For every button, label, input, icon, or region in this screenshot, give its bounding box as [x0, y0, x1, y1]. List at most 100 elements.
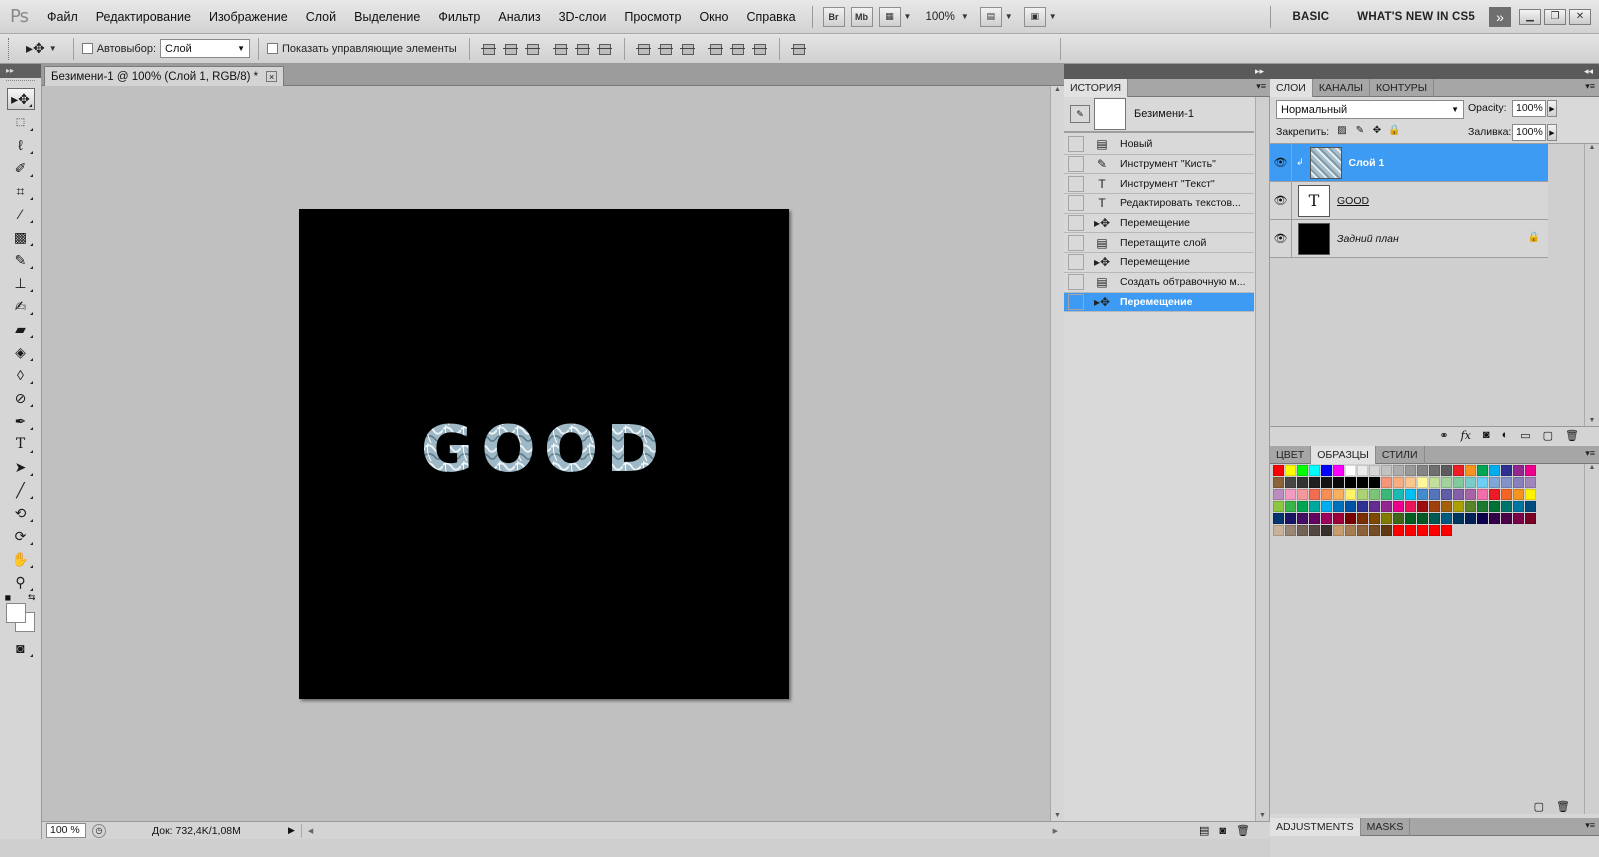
color-swatch[interactable]: [1429, 477, 1440, 488]
opacity-arrow-icon[interactable]: ▶: [1547, 100, 1557, 117]
workspace-more-button[interactable]: »: [1489, 6, 1511, 27]
align-hcenter-icon[interactable]: [574, 41, 592, 57]
color-swatch[interactable]: [1405, 525, 1416, 536]
color-swatch[interactable]: [1513, 477, 1524, 488]
layer-style-icon[interactable]: fx: [1461, 429, 1471, 442]
lasso-tool-icon[interactable]: ℓ: [7, 134, 35, 156]
history-brush-source-box[interactable]: [1068, 136, 1084, 153]
workspace-basic[interactable]: BASIC: [1278, 11, 1343, 23]
color-swatch[interactable]: [1381, 501, 1392, 512]
color-swatch[interactable]: [1285, 501, 1296, 512]
color-swatch[interactable]: [1333, 501, 1344, 512]
color-swatch[interactable]: [1429, 525, 1440, 536]
scroll-up-icon[interactable]: ▲: [1051, 86, 1064, 93]
distribute-hcenter-icon[interactable]: [729, 41, 747, 57]
workspace-whats-new[interactable]: WHAT'S NEW IN CS5: [1343, 11, 1489, 23]
layer-row[interactable]: 👁 T GOOD: [1270, 181, 1548, 220]
color-swatch[interactable]: [1357, 525, 1368, 536]
chevron-down-icon[interactable]: ▼: [1049, 12, 1057, 21]
link-layers-icon[interactable]: ⚭: [1439, 429, 1448, 442]
menu-item[interactable]: Файл: [38, 0, 87, 34]
lock-all-icon[interactable]: 🔒: [1388, 125, 1400, 137]
menu-item[interactable]: Просмотр: [615, 0, 690, 34]
layer-thumbnail[interactable]: [1309, 146, 1342, 179]
color-swatch[interactable]: [1333, 513, 1344, 524]
adjustment-layer-icon[interactable]: ◐: [1502, 429, 1509, 441]
canvas-horizontal-scrollbar[interactable]: ◀ ▶: [300, 823, 1064, 838]
clone-stamp-tool-icon[interactable]: ⊥: [7, 272, 35, 294]
history-panel-header[interactable]: ▸▸: [1064, 64, 1270, 80]
color-swatch[interactable]: [1297, 501, 1308, 512]
distribute-right-icon[interactable]: [751, 41, 769, 57]
color-swatch[interactable]: [1273, 513, 1284, 524]
color-swatch[interactable]: [1273, 489, 1284, 500]
scroll-up-icon[interactable]: ▲: [1585, 464, 1599, 471]
scroll-up-icon[interactable]: ▲: [1585, 144, 1599, 151]
menu-item[interactable]: Анализ: [489, 0, 549, 34]
zoom-level-select[interactable]: 100%: [925, 11, 954, 23]
tab-masks[interactable]: MASKS: [1361, 818, 1411, 836]
color-swatch[interactable]: [1369, 465, 1380, 476]
color-swatch[interactable]: [1501, 489, 1512, 500]
color-swatch[interactable]: [1321, 489, 1332, 500]
menu-item[interactable]: Окно: [690, 0, 737, 34]
color-swatch[interactable]: [1489, 489, 1500, 500]
scroll-down-icon[interactable]: ▼: [1051, 812, 1064, 819]
canvas-area[interactable]: GOOD: [42, 86, 1050, 821]
color-swatch[interactable]: [1525, 477, 1536, 488]
layer-thumbnail[interactable]: [1298, 222, 1330, 255]
tab-swatches[interactable]: ОБРАЗЦЫ: [1311, 446, 1376, 464]
align-left-icon[interactable]: [552, 41, 570, 57]
delete-layer-icon[interactable]: 🗑: [1565, 429, 1579, 442]
distribute-top-icon[interactable]: [635, 41, 653, 57]
color-swatch[interactable]: [1513, 501, 1524, 512]
autoselect-select[interactable]: Слой ▼: [160, 39, 251, 58]
tab-color[interactable]: ЦВЕТ: [1270, 446, 1312, 464]
color-swatch[interactable]: [1489, 513, 1500, 524]
color-swatch[interactable]: [1381, 525, 1392, 536]
color-swatch[interactable]: [1369, 501, 1380, 512]
history-brush-source-box[interactable]: [1068, 195, 1084, 212]
align-bottom-icon[interactable]: [524, 41, 542, 57]
history-snapshot[interactable]: ✎ Безимени-1: [1064, 97, 1254, 133]
color-swatch[interactable]: [1417, 525, 1428, 536]
color-swatch[interactable]: [1309, 489, 1320, 500]
color-swatch[interactable]: [1357, 501, 1368, 512]
history-item[interactable]: ✎ Инструмент "Кисть": [1064, 155, 1254, 175]
tab-layers[interactable]: СЛОИ: [1270, 79, 1313, 97]
status-clock-icon[interactable]: ◷: [92, 823, 106, 838]
close-icon[interactable]: ×: [266, 71, 278, 82]
toolbox-grip[interactable]: [6, 80, 35, 86]
collapse-panel-icon[interactable]: ◂◂: [1584, 66, 1593, 77]
panel-menu-icon[interactable]: ▾≡: [1585, 448, 1595, 459]
panel-menu-icon[interactable]: ▾≡: [1585, 81, 1595, 92]
autoselect-checkbox[interactable]: [81, 43, 93, 54]
tab-styles[interactable]: СТИЛИ: [1376, 446, 1425, 464]
canvas-text-good[interactable]: GOOD: [421, 413, 667, 487]
color-swatch[interactable]: [1321, 513, 1332, 524]
color-swatch[interactable]: [1489, 501, 1500, 512]
color-swatch[interactable]: [1441, 465, 1452, 476]
color-swatch[interactable]: [1417, 489, 1428, 500]
color-swatch[interactable]: [1285, 465, 1296, 476]
tab-channels[interactable]: КАНАЛЫ: [1313, 79, 1370, 97]
blur-tool-icon[interactable]: ◊: [7, 364, 35, 386]
menu-item[interactable]: Фильтр: [429, 0, 489, 34]
color-swatch[interactable]: [1525, 513, 1536, 524]
zoom-field[interactable]: 100 %: [46, 823, 86, 838]
color-swatch[interactable]: [1309, 525, 1320, 536]
color-swatch[interactable]: [1309, 477, 1320, 488]
align-vcenter-icon[interactable]: [502, 41, 520, 57]
blend-mode-select[interactable]: Нормальный ▼: [1276, 100, 1464, 119]
history-brush-source-box[interactable]: [1068, 175, 1084, 192]
color-swatch[interactable]: [1321, 465, 1332, 476]
hand-tool-icon[interactable]: ✋: [7, 548, 35, 570]
layers-panel-header[interactable]: ◂◂: [1270, 64, 1599, 80]
color-swatch[interactable]: [1489, 477, 1500, 488]
fill-field[interactable]: 100%: [1512, 124, 1546, 141]
color-swatch[interactable]: [1465, 465, 1476, 476]
color-swatch[interactable]: [1477, 477, 1488, 488]
lock-position-icon[interactable]: ✥: [1371, 125, 1383, 137]
color-swatch[interactable]: [1357, 489, 1368, 500]
scroll-down-icon[interactable]: ▼: [1585, 417, 1599, 424]
